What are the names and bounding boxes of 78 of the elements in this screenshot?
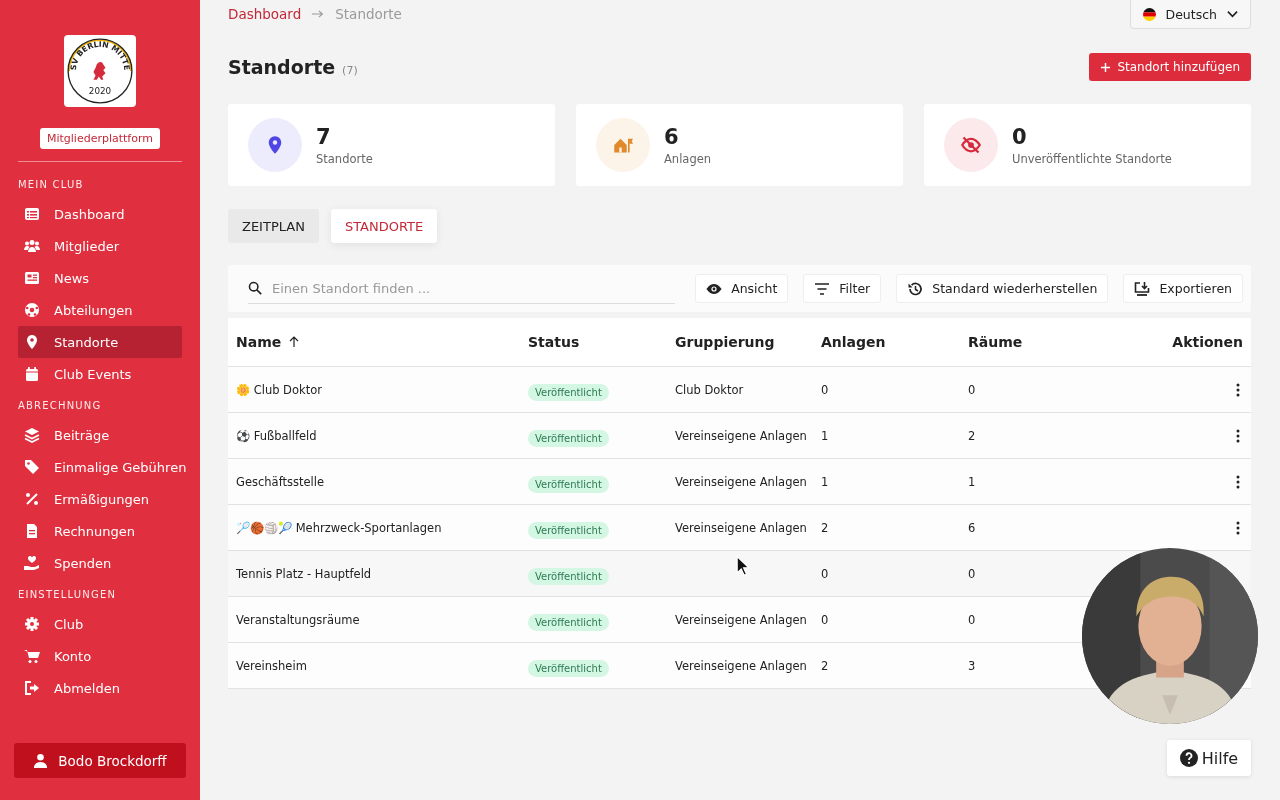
table-cell-text: Vereinseigene Anlagen — [675, 428, 808, 443]
stat-label: Standorte — [316, 151, 373, 166]
stat-value: 0 — [1012, 124, 1028, 149]
table-cell-text: 3 — [968, 658, 977, 673]
table-cell-text: Vereinseigene Anlagen — [675, 612, 808, 627]
table-cell-text: Veranstaltungsräume — [236, 612, 361, 627]
status-badge: Veröffentlicht — [528, 521, 609, 539]
column-header: Aktionen — [1171, 334, 1243, 350]
stat-value: 7 — [316, 124, 332, 149]
column-header: Räume — [968, 334, 1024, 350]
status-badge: Veröffentlicht — [528, 429, 609, 447]
table-cell-text: 1 — [821, 474, 830, 489]
count-label: (7) — [342, 64, 358, 77]
table-cell-text: 0 — [821, 382, 830, 397]
table-cell-text: 2 — [821, 520, 830, 535]
nav-item[interactable]: Standorte — [18, 326, 182, 358]
nav-item[interactable]: Club Events — [18, 358, 182, 390]
section-heading: ABRECHNUNG — [17, 400, 103, 411]
table-cell-text: Vereinsheim — [236, 658, 308, 673]
table-cell-text: Vereinseigene Anlagen — [675, 658, 808, 673]
help-button[interactable]: Hilfe — [1167, 740, 1251, 776]
stat-value: 6 — [664, 124, 680, 149]
tab[interactable]: ZEITPLAN — [228, 209, 319, 243]
table-cell-text: ⚽ Fußballfeld — [236, 428, 318, 443]
table-cell-text: Vereinseigene Anlagen — [675, 520, 808, 535]
add-button[interactable]: Standort hinzufügen — [1089, 53, 1251, 81]
toolbar-button[interactable]: Filter — [803, 274, 882, 303]
nav-item[interactable]: Beiträge — [18, 419, 182, 451]
nav-item[interactable]: Abmelden — [18, 672, 182, 704]
nav-item[interactable]: Club — [18, 608, 182, 640]
search-field[interactable]: Einen Standort finden ... — [270, 279, 676, 297]
nav-item[interactable]: Ermäßigungen — [18, 483, 182, 515]
section-heading: EINSTELLUNGEN — [17, 589, 118, 600]
table-cell-text: 1 — [821, 428, 830, 443]
table-cell-text: 0 — [968, 382, 977, 397]
table-cell-text: 0 — [968, 612, 977, 627]
nav-item[interactable]: Dashboard — [18, 198, 182, 230]
table-cell-text: Club Doktor — [675, 382, 745, 397]
table-cell-text: 🏸🏀🏐🎾 Mehrzweck-Sportanlagen — [236, 520, 443, 535]
toolbar-button[interactable]: Standard wiederherstellen — [896, 274, 1109, 303]
status-badge: Veröffentlicht — [528, 659, 609, 677]
nav-item[interactable]: Abteilungen — [18, 294, 182, 326]
breadcrumb-link[interactable]: Dashboard — [228, 6, 302, 22]
table-cell-text: 1 — [968, 474, 977, 489]
stat-label: Unveröffentlichte Standorte — [1012, 151, 1172, 166]
toolbar-button[interactable]: Ansicht — [695, 274, 789, 303]
table-cell-text: Geschäftsstelle — [236, 474, 326, 489]
table-cell-text: 0 — [821, 612, 830, 627]
nav-item[interactable]: Spenden — [18, 547, 182, 579]
table-cell-text: Vereinseigene Anlagen — [675, 474, 808, 489]
status-badge: Veröffentlicht — [528, 475, 609, 493]
stat-label: Anlagen — [664, 151, 712, 166]
nav-item[interactable]: News — [18, 262, 182, 294]
table-cell-text: 6 — [968, 520, 977, 535]
section-heading: MEIN CLUB — [17, 179, 85, 190]
platform-badge[interactable]: Mitgliederplattform — [39, 128, 160, 149]
page-title: Standorte — [228, 56, 336, 78]
language-select[interactable]: Deutsch — [1129, 0, 1251, 29]
breadcrumb-current: Standorte — [335, 6, 402, 22]
user-button[interactable]: Bodo Brockdorff — [14, 743, 186, 778]
column-header: Gruppierung — [675, 334, 776, 350]
nav-item[interactable]: Konto — [18, 640, 182, 672]
nav-item[interactable]: Mitglieder — [18, 230, 182, 262]
column-header: Status — [528, 334, 581, 350]
table-cell-text: Tennis Platz - Hauptfeld — [236, 566, 373, 581]
column-header[interactable]: Name — [236, 334, 282, 350]
toolbar-button[interactable]: Exportieren — [1123, 274, 1243, 303]
status-badge: Veröffentlicht — [528, 567, 609, 585]
table-cell-text: 🌼 Club Doktor — [236, 382, 323, 397]
tab[interactable]: STANDORTE — [330, 209, 438, 243]
status-badge: Veröffentlicht — [528, 383, 609, 401]
table-cell-text: 2 — [968, 428, 977, 443]
table-cell-text: 2 — [821, 658, 830, 673]
column-header: Anlagen — [821, 334, 887, 350]
status-badge: Veröffentlicht — [528, 613, 609, 631]
table-cell-text: 0 — [968, 566, 977, 581]
table-cell-text: 0 — [821, 566, 830, 581]
nav-item[interactable]: Rechnungen — [18, 515, 182, 547]
